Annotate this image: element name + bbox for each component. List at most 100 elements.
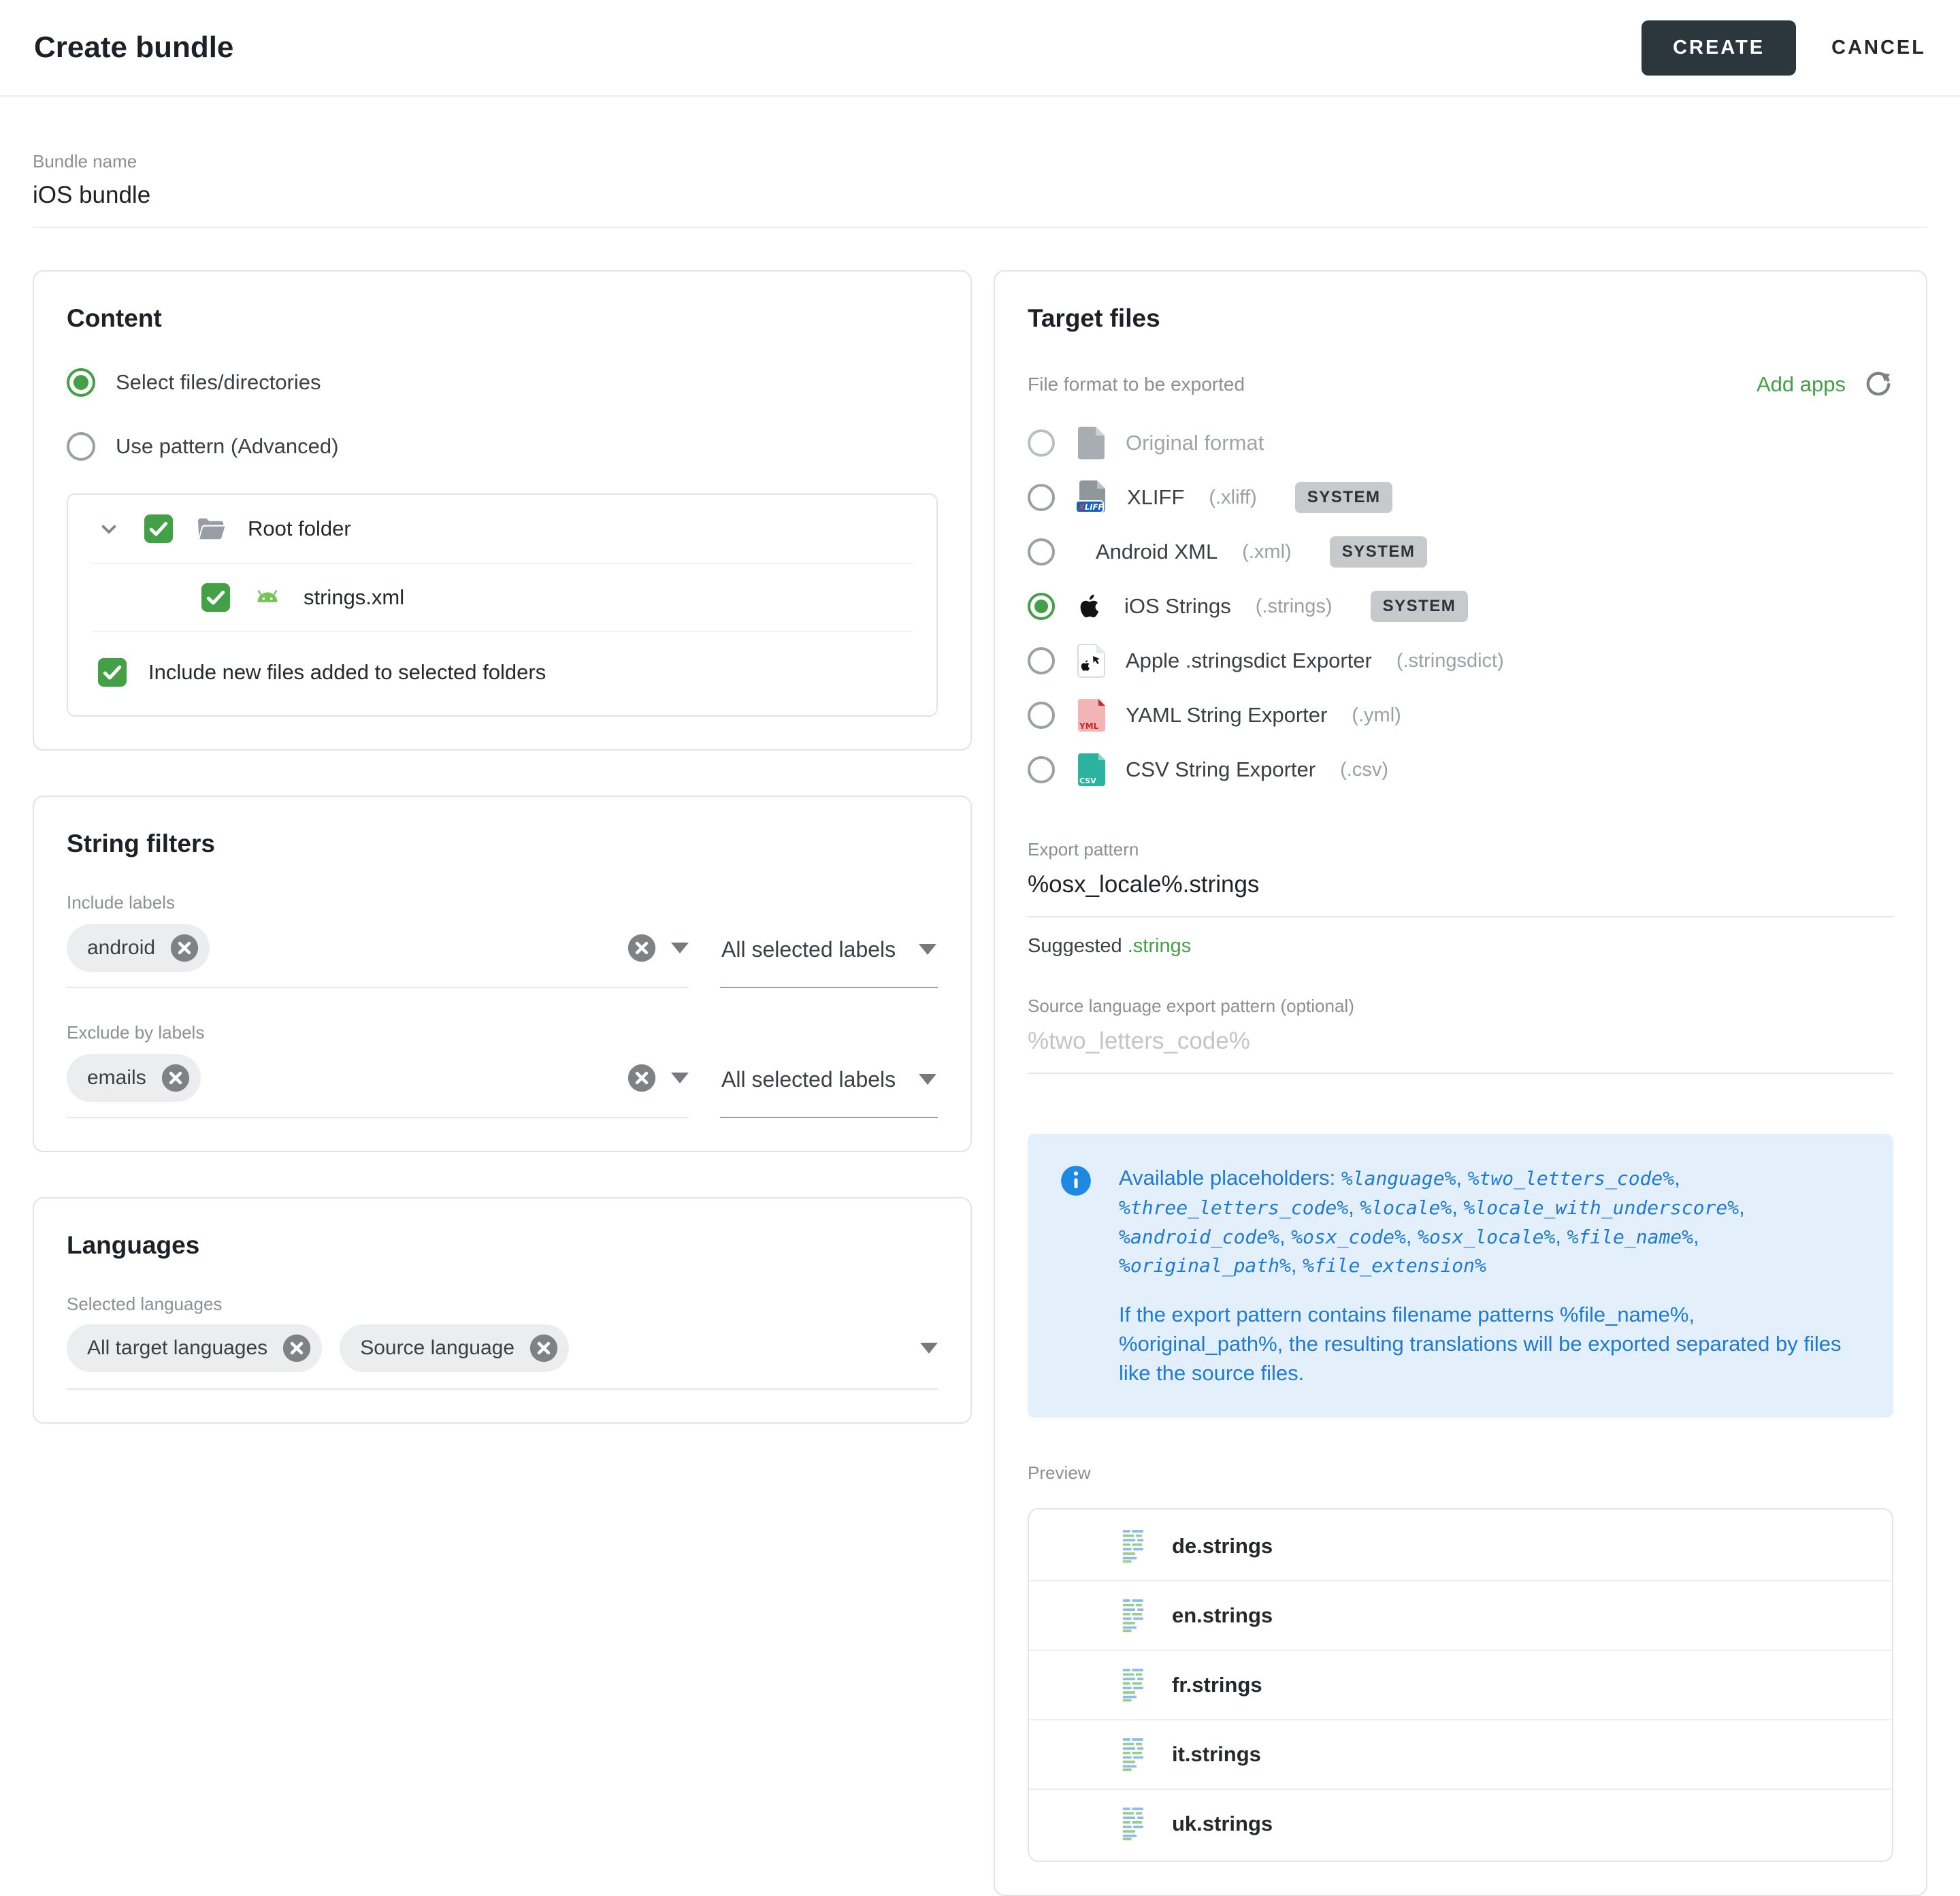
create-button[interactable]: CREATE (1642, 20, 1796, 76)
exclude-match-select[interactable]: All selected labels (720, 1047, 938, 1118)
info-icon (1059, 1164, 1093, 1388)
placeholder-token: %file_extension% (1303, 1254, 1486, 1277)
clear-icon[interactable] (626, 932, 657, 964)
export-pattern-label: Export pattern (1028, 839, 1893, 860)
refresh-icon[interactable] (1863, 370, 1893, 399)
placeholder-token: %osx_code% (1291, 1226, 1406, 1248)
export-pattern-input[interactable]: %osx_locale%.strings (1028, 871, 1893, 898)
format-name: YAML String Exporter (1126, 703, 1327, 728)
selected-languages-label: Selected languages (67, 1294, 938, 1315)
preview-file-name: fr.strings (1172, 1673, 1262, 1697)
checkbox-checked-icon[interactable] (200, 582, 231, 613)
radio-icon (1028, 484, 1055, 511)
stringsdict-file-icon (1075, 644, 1105, 678)
exclude-labels-label: Exclude by labels (67, 1022, 938, 1043)
preview-file-name: de.strings (1172, 1534, 1273, 1558)
apple-icon (1075, 591, 1104, 622)
format-option-row[interactable]: iOS Strings(.strings)SYSTEM (1028, 579, 1893, 634)
target-files-title: Target files (1028, 304, 1893, 333)
suggested-value[interactable]: .strings (1128, 935, 1191, 957)
format-option-row[interactable]: YML YAML String Exporter (.yml) (1028, 688, 1893, 742)
chip-remove-icon[interactable] (281, 1333, 312, 1364)
string-filters-title: String filters (67, 830, 938, 858)
label-chip: Source language (340, 1324, 569, 1372)
system-badge: SYSTEM (1330, 536, 1428, 568)
include-labels-chips: android (67, 924, 626, 972)
languages-title: Languages (67, 1231, 938, 1260)
format-extension: (.xml) (1242, 541, 1291, 563)
radio-icon (1028, 538, 1055, 566)
format-name: Apple .stringsdict Exporter (1126, 649, 1372, 673)
chip-label: emails (87, 1066, 146, 1090)
languages-select[interactable]: All target languagesSource language (67, 1315, 938, 1390)
format-option-row[interactable]: XLIFFXLIFF(.xliff)SYSTEM (1028, 470, 1893, 525)
file-tree: Root folder strings.xml Include new file… (67, 493, 938, 717)
chevron-down-icon[interactable] (671, 943, 689, 953)
radio-icon (1028, 429, 1055, 457)
tree-row-strings-xml[interactable]: strings.xml (68, 564, 936, 631)
cancel-button[interactable]: CANCEL (1831, 37, 1926, 59)
placeholder-token: %android_code% (1119, 1226, 1279, 1248)
radio-icon (1028, 702, 1055, 729)
add-apps-link[interactable]: Add apps (1757, 372, 1846, 397)
content-card: Content Select files/directories Use pat… (33, 270, 972, 751)
format-option-row[interactable]: Android XML (.xml) SYSTEM (1028, 525, 1893, 579)
android-icon (252, 582, 283, 613)
radio-label: Select files/directories (116, 370, 321, 395)
source-pattern-field: Source language export pattern (optional… (1028, 996, 1893, 1074)
format-option-row[interactable]: CSVCSV String Exporter(.csv) (1028, 742, 1893, 797)
format-option-row[interactable]: Original format (1028, 416, 1893, 470)
source-pattern-label: Source language export pattern (optional… (1028, 996, 1893, 1017)
placeholders-note: If the export pattern contains filename … (1119, 1301, 1862, 1388)
exclude-labels-chips: emails (67, 1054, 626, 1102)
chevron-down-icon[interactable] (920, 1343, 938, 1354)
source-pattern-input[interactable]: %two_letters_code% (1028, 1028, 1893, 1055)
chip-remove-icon[interactable] (160, 1062, 191, 1094)
preview-file-name: uk.strings (1172, 1812, 1273, 1836)
svg-text:YML: YML (1079, 721, 1099, 731)
tree-row-root-folder[interactable]: Root folder (68, 495, 936, 563)
file-format-label: File format to be exported (1028, 374, 1245, 395)
include-labels-input[interactable]: android (67, 913, 689, 988)
placeholder-token: %file_name% (1567, 1226, 1693, 1248)
include-labels-label: Include labels (67, 892, 938, 913)
checkbox-checked-icon[interactable] (143, 513, 174, 544)
exclude-labels-input[interactable]: emails (67, 1043, 689, 1118)
include-match-select[interactable]: All selected labels (720, 917, 938, 988)
preview-label: Preview (1028, 1462, 1893, 1484)
format-name: Android XML (1096, 540, 1218, 564)
preview-file-row: fr.strings (1029, 1650, 1892, 1719)
format-name: XLIFF (1127, 485, 1184, 510)
radio-use-pattern[interactable]: Use pattern (Advanced) (67, 432, 938, 461)
chevron-down-icon[interactable] (671, 1073, 689, 1083)
chevron-down-icon[interactable] (95, 515, 122, 542)
include-new-files-row[interactable]: Include new files added to selected fold… (68, 632, 936, 715)
clear-icon[interactable] (626, 1062, 657, 1094)
radio-select-files-directories[interactable]: Select files/directories (67, 368, 938, 397)
svg-text:CSV: CSV (1079, 777, 1096, 785)
xliff-file-icon: XLIFF (1075, 480, 1107, 515)
label-chip: emails (67, 1054, 201, 1102)
format-extension: (.yml) (1352, 704, 1401, 727)
bundle-name-label: Bundle name (33, 151, 1927, 172)
format-option-row[interactable]: Apple .stringsdict Exporter (.stringsdict… (1028, 634, 1893, 688)
chip-remove-icon[interactable] (528, 1333, 559, 1364)
strings-file-icon (1122, 1667, 1152, 1703)
system-badge: SYSTEM (1295, 482, 1393, 513)
string-filters-card: String filters Include labels android (33, 796, 972, 1152)
include-labels-group: Include labels android All selected labe… (67, 892, 938, 988)
placeholder-token: %original_path% (1119, 1254, 1291, 1277)
export-pattern-field: Export pattern %osx_locale%.strings (1028, 839, 1893, 917)
checkbox-checked-icon[interactable] (97, 657, 128, 688)
chip-remove-icon[interactable] (169, 932, 200, 964)
format-extension: (.stringsdict) (1396, 650, 1504, 672)
strings-file-icon (1122, 1806, 1152, 1842)
format-name: Original format (1126, 431, 1264, 455)
bundle-name-input[interactable]: iOS bundle (33, 182, 1927, 209)
placeholders-info-box: Available placeholders: %language%, %two… (1028, 1134, 1893, 1418)
bundle-name-field: Bundle name iOS bundle (33, 151, 1927, 228)
folder-icon (195, 512, 227, 545)
svg-text:XLIFF: XLIFF (1078, 502, 1103, 512)
target-files-card: Target files File format to be exported … (994, 270, 1927, 1896)
content-title: Content (67, 304, 938, 333)
